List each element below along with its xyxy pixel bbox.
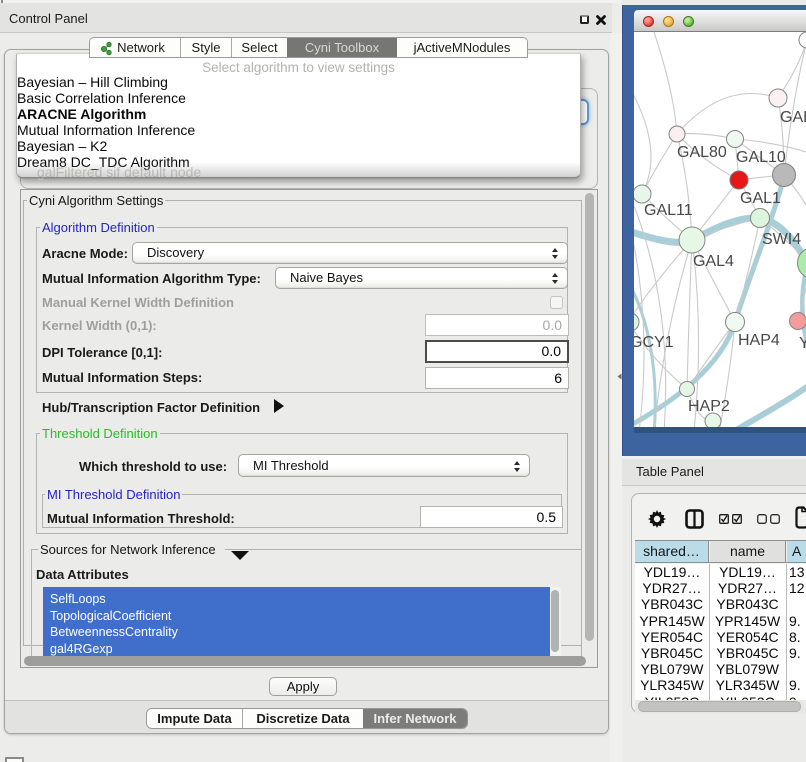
svg-text:GAL10: GAL10: [736, 149, 786, 166]
svg-text:GAL1: GAL1: [740, 190, 781, 207]
svg-text:SWI4: SWI4: [762, 231, 801, 248]
svg-text:HAP4: HAP4: [738, 332, 780, 349]
svg-text:HAP2: HAP2: [688, 398, 730, 415]
svg-text:GAL4: GAL4: [693, 253, 734, 270]
svg-text:GAL2: GAL2: [780, 109, 806, 126]
svg-text:GAL11: GAL11: [644, 202, 693, 219]
svg-text:GAL80: GAL80: [677, 144, 727, 161]
svg-text:Y: Y: [799, 335, 806, 352]
svg-text:GCY1: GCY1: [634, 334, 674, 351]
